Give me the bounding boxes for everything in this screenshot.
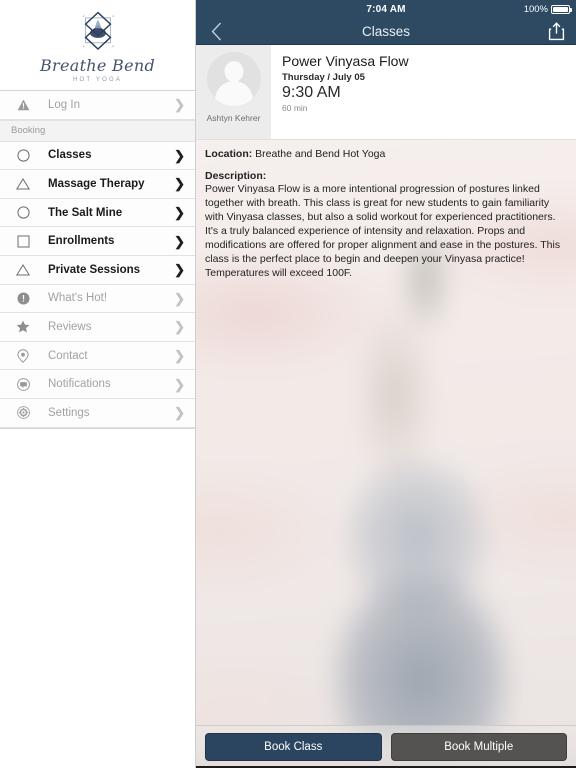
map-pin-icon [11, 347, 35, 365]
instructor-name: Ashtyn Kehrer [206, 113, 261, 123]
sidebar-item-label: Reviews [48, 320, 92, 333]
share-icon [548, 21, 564, 40]
sidebar-item-reviews[interactable]: Reviews ❯ [0, 313, 195, 342]
class-details: Location: Breathe and Bend Hot Yoga Desc… [196, 140, 576, 281]
star-icon [11, 318, 35, 336]
sidebar-item-settings[interactable]: Settings ❯ [0, 398, 195, 428]
sidebar-item-label: Settings [48, 406, 90, 419]
chevron-right-icon: ❯ [174, 147, 185, 163]
chevron-right-icon: ❯ [174, 97, 185, 113]
sidebar-item-contact[interactable]: Contact ❯ [0, 341, 195, 371]
sidebar-item-classes[interactable]: Classes ❯ [0, 141, 195, 171]
brand-logo: Breathe Bend HOT YOGA [0, 0, 195, 90]
battery-full-icon [551, 4, 572, 14]
avatar [206, 52, 261, 106]
class-meta: Power Vinyasa Flow Thursday / July 05 9:… [271, 45, 576, 139]
sidebar-section-label: Booking [11, 125, 46, 137]
sidebar-item-label: Classes [48, 149, 92, 162]
class-time: 9:30 AM [282, 84, 341, 102]
class-duration: 60 min [282, 102, 308, 113]
class-header: Ashtyn Kehrer Power Vinyasa Flow Thursda… [196, 45, 576, 140]
sidebar-item-notifications[interactable]: Notifications ❯ [0, 370, 195, 399]
sidebar-item-label: Log In [48, 98, 80, 111]
page-title: Classes [361, 23, 410, 39]
location-line: Location: Breathe and Bend Hot Yoga [205, 148, 568, 160]
chevron-right-icon: ❯ [174, 233, 185, 249]
sidebar-item-log-in[interactable]: Log In ❯ [0, 91, 195, 120]
sidebar-item-label: Private Sessions [48, 263, 141, 276]
book-class-button[interactable]: Book Class [205, 733, 382, 761]
chevron-right-icon: ❯ [174, 205, 185, 221]
app-root: Breathe Bend HOT YOGA Log In ❯ Booking C… [0, 0, 576, 768]
chevron-right-icon: ❯ [174, 319, 185, 335]
sidebar-section-booking: Booking [0, 119, 195, 142]
circle-icon [11, 204, 35, 222]
sidebar-item-the-salt-mine[interactable]: The Salt Mine ❯ [0, 198, 195, 228]
class-date: Thursday / July 05 [282, 72, 365, 84]
sidebar-item-label: Massage Therapy [48, 177, 145, 190]
exclamation-circle-icon [11, 289, 35, 307]
chevron-right-icon: ❯ [174, 376, 185, 392]
sidebar-empty-space [0, 427, 195, 768]
book-multiple-button[interactable]: Book Multiple [390, 733, 567, 761]
sidebar-item-label: Notifications [48, 378, 111, 391]
triangle-icon [11, 261, 35, 279]
lotus-mandala-icon [82, 11, 114, 50]
brand-tagline: HOT YOGA [72, 77, 123, 83]
square-icon [11, 232, 35, 250]
chevron-right-icon: ❯ [174, 290, 185, 306]
location-value: Breathe and Bend Hot Yoga [255, 148, 386, 160]
sidebar-item-massage-therapy[interactable]: Massage Therapy ❯ [0, 170, 195, 199]
sidebar-item-label: What's Hot! [48, 292, 108, 305]
status-bar: 7:04 AM 100% [196, 0, 576, 18]
sidebar-item-label: The Salt Mine [48, 206, 123, 219]
status-time: 7:04 AM [366, 3, 406, 15]
action-bar: Book Class Book Multiple [196, 725, 576, 768]
person-placeholder-icon [224, 61, 243, 82]
chevron-right-icon: ❯ [174, 262, 185, 278]
sidebar-item-label: Contact [48, 349, 88, 362]
triangle-icon [11, 175, 35, 193]
sidebar-item-whats-hot[interactable]: What's Hot! ❯ [0, 284, 195, 314]
status-battery-group: 100% [523, 3, 572, 15]
location-label: Location: [205, 148, 253, 160]
sidebar-item-label: Enrollments [48, 235, 115, 248]
gear-icon [11, 404, 35, 422]
warning-triangle-icon [11, 96, 35, 114]
description-label: Description: [205, 170, 267, 182]
sidebar: Breathe Bend HOT YOGA Log In ❯ Booking C… [0, 0, 196, 768]
detail-pane: 7:04 AM 100% Classes Ashtyn Kehrer Power… [196, 0, 576, 768]
sidebar-item-private-sessions[interactable]: Private Sessions ❯ [0, 255, 195, 285]
nav-bar: Classes [196, 18, 576, 45]
instructor-block: Ashtyn Kehrer [196, 45, 271, 139]
chevron-right-icon: ❯ [174, 348, 185, 364]
chat-bubble-icon [11, 375, 35, 393]
share-button[interactable] [542, 18, 570, 44]
battery-percent-label: 100% [523, 3, 548, 15]
circle-icon [11, 146, 35, 164]
sidebar-item-enrollments[interactable]: Enrollments ❯ [0, 227, 195, 256]
chevron-right-icon: ❯ [174, 176, 185, 192]
brand-name: Breathe Bend [39, 56, 156, 75]
description-text: Power Vinyasa Flow is a more intentional… [205, 183, 561, 279]
chevron-right-icon: ❯ [174, 405, 185, 421]
class-title: Power Vinyasa Flow [282, 53, 409, 69]
